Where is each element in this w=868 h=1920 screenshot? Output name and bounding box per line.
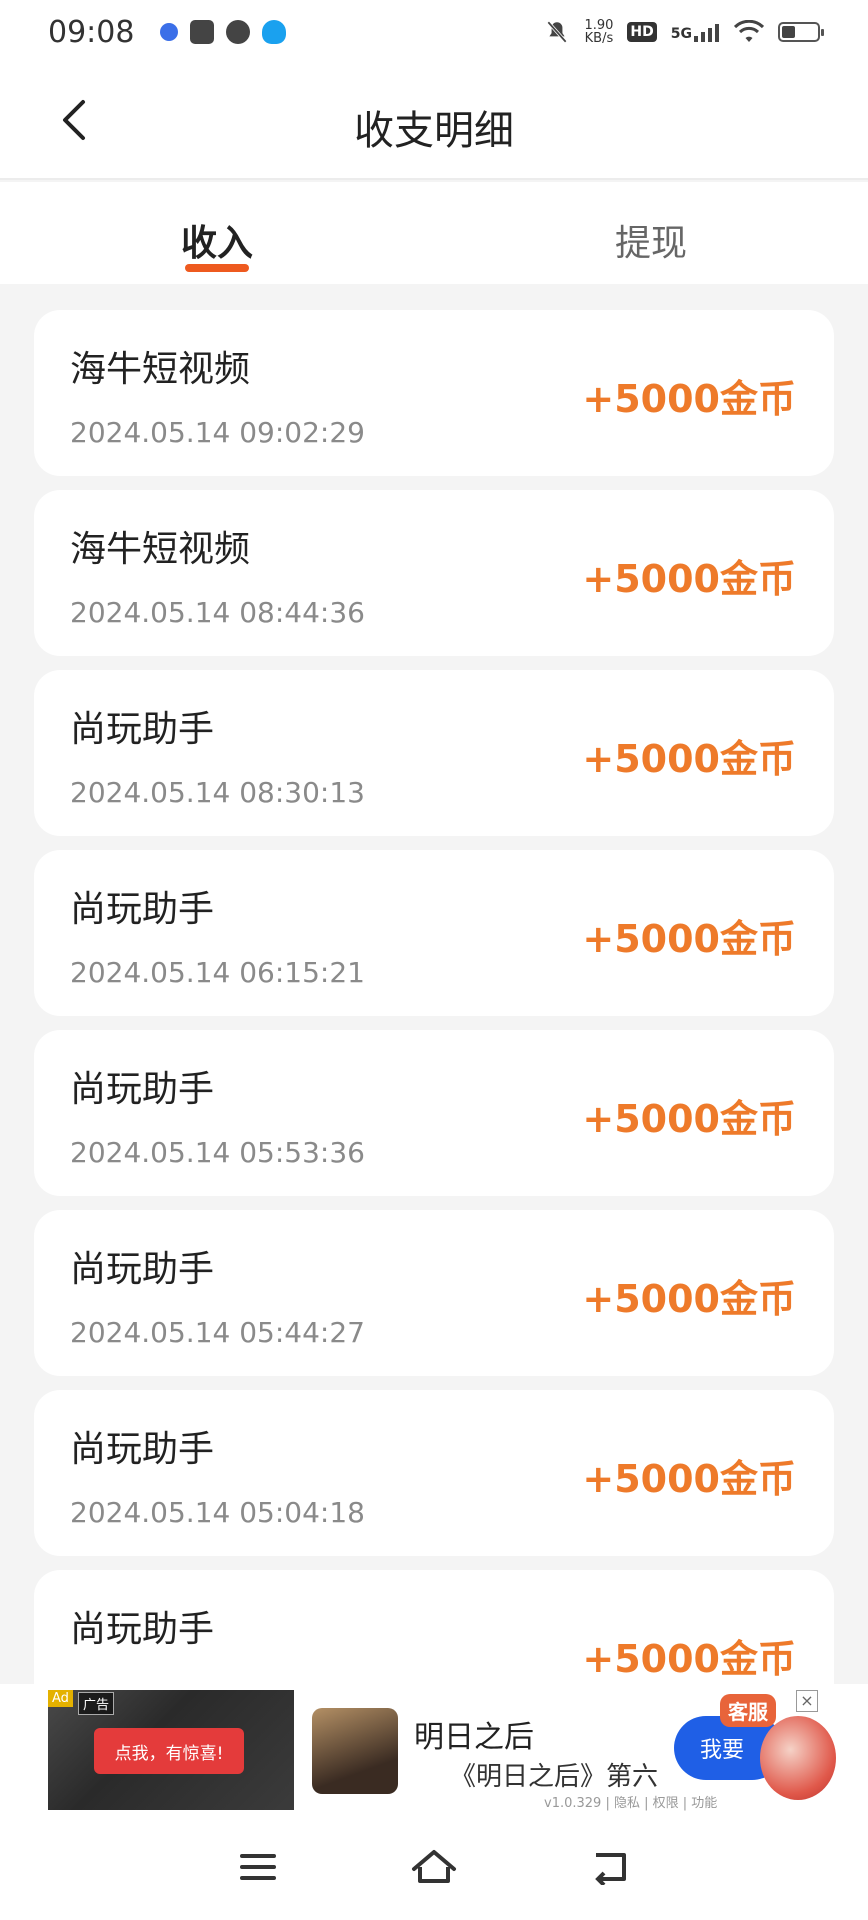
- record-title: 尚玩助手: [70, 1249, 215, 1290]
- network-type: 5G: [670, 26, 692, 42]
- record-time: 2024.05.14 09:02:29: [70, 416, 365, 449]
- ad-image[interactable]: Ad 广告 点我，有惊喜!: [48, 1690, 294, 1810]
- list-item: 尚玩助手 +5000金币: [34, 1570, 834, 1684]
- ad-label: 广告: [78, 1692, 115, 1715]
- record-amount: +5000金币: [582, 557, 796, 601]
- tab-bar: 收入 提现: [0, 182, 868, 284]
- customer-service-label: 客服: [720, 1694, 776, 1727]
- list-item: 尚玩助手 2024.05.14 06:15:21 +5000金币: [34, 850, 834, 1016]
- status-bar: 09:08 1.90 KB/s HD 5G: [0, 0, 868, 64]
- record-amount: +5000金币: [582, 377, 796, 421]
- home-button[interactable]: [404, 1837, 464, 1897]
- record-title: 尚玩助手: [70, 709, 215, 750]
- record-time: 2024.05.14 05:04:18: [70, 1496, 365, 1529]
- app-header: 收支明细: [0, 64, 868, 180]
- app-icon: [226, 20, 251, 44]
- record-title: 尚玩助手: [70, 889, 215, 930]
- active-tab-indicator: [185, 264, 249, 272]
- record-title: 海牛短视频: [70, 529, 251, 570]
- home-icon: [412, 1850, 456, 1883]
- qq-icon: [262, 20, 287, 44]
- record-amount: +5000金币: [582, 737, 796, 781]
- baidu-icon: [160, 23, 179, 41]
- record-time: 2024.05.14 06:15:21: [70, 956, 365, 989]
- ad-banner[interactable]: Ad 广告 点我，有惊喜! 明日之后 《明日之后》第六 v1.0.329 | 隐…: [0, 1684, 868, 1814]
- record-amount: +5000金币: [582, 1637, 796, 1681]
- net-speed: 1.90 KB/s: [584, 19, 613, 45]
- record-amount: +5000金币: [582, 1457, 796, 1501]
- record-list[interactable]: 海牛短视频 2024.05.14 09:02:29 +5000金币 海牛短视频 …: [34, 310, 834, 1684]
- back-nav-button[interactable]: [580, 1837, 640, 1897]
- page-title: 收支明细: [354, 108, 514, 154]
- signal-bars-icon: [694, 24, 719, 42]
- tab-withdraw[interactable]: 提现: [434, 182, 868, 284]
- record-time: 2024.05.14 08:44:36: [70, 596, 365, 629]
- battery-level: [782, 26, 795, 38]
- signal-icon: 5G: [671, 22, 720, 42]
- menu-icon: [240, 1854, 276, 1880]
- list-item: 尚玩助手 2024.05.14 08:30:13 +5000金币: [34, 670, 834, 836]
- list-item: 尚玩助手 2024.05.14 05:53:36 +5000金币: [34, 1030, 834, 1196]
- list-item: 海牛短视频 2024.05.14 09:02:29 +5000金币: [34, 310, 834, 476]
- battery-icon: [778, 22, 824, 42]
- ad-app-thumbnail[interactable]: [312, 1708, 398, 1794]
- list-item: 尚玩助手 2024.05.14 05:44:27 +5000金币: [34, 1210, 834, 1376]
- wifi-icon: [734, 20, 764, 42]
- ad-cta-button[interactable]: 点我，有惊喜!: [94, 1728, 244, 1774]
- record-title: 尚玩助手: [70, 1429, 215, 1470]
- record-title: 尚玩助手: [70, 1069, 215, 1110]
- system-nav-bar: [0, 1814, 868, 1920]
- menu-button[interactable]: [228, 1837, 288, 1897]
- tab-income-label: 收入: [180, 223, 253, 264]
- record-amount: +5000金币: [582, 1277, 796, 1321]
- mail-icon: [190, 20, 215, 44]
- hd-badge: HD: [627, 22, 657, 42]
- tab-income[interactable]: 收入: [0, 182, 434, 284]
- customer-service-widget[interactable]: 客服: [720, 1692, 844, 1810]
- customer-service-avatar: [760, 1716, 836, 1800]
- list-item: 尚玩助手 2024.05.14 05:04:18 +5000金币: [34, 1390, 834, 1556]
- record-time: 2024.05.14 08:30:13: [70, 776, 365, 809]
- net-speed-unit: KB/s: [584, 31, 614, 46]
- record-time: 2024.05.14 05:44:27: [70, 1316, 365, 1349]
- ad-meta[interactable]: v1.0.329 | 隐私 | 权限 | 功能: [544, 1792, 717, 1811]
- ad-title[interactable]: 明日之后: [414, 1712, 534, 1756]
- record-amount: +5000金币: [582, 917, 796, 961]
- back-arrow-icon: [595, 1853, 626, 1885]
- record-title: 尚玩助手: [70, 1609, 215, 1650]
- record-amount: +5000金币: [582, 1097, 796, 1141]
- ad-badge: Ad: [48, 1690, 73, 1707]
- ad-description: 《明日之后》第六: [450, 1762, 659, 1792]
- list-item: 海牛短视频 2024.05.14 08:44:36 +5000金币: [34, 490, 834, 656]
- record-title: 海牛短视频: [70, 349, 251, 390]
- status-time: 09:08: [48, 14, 135, 50]
- ad-close-button[interactable]: ×: [796, 1690, 818, 1712]
- mute-bell-icon: [547, 21, 568, 43]
- tab-withdraw-label: 提现: [614, 223, 687, 264]
- record-time: 2024.05.14 05:53:36: [70, 1136, 365, 1169]
